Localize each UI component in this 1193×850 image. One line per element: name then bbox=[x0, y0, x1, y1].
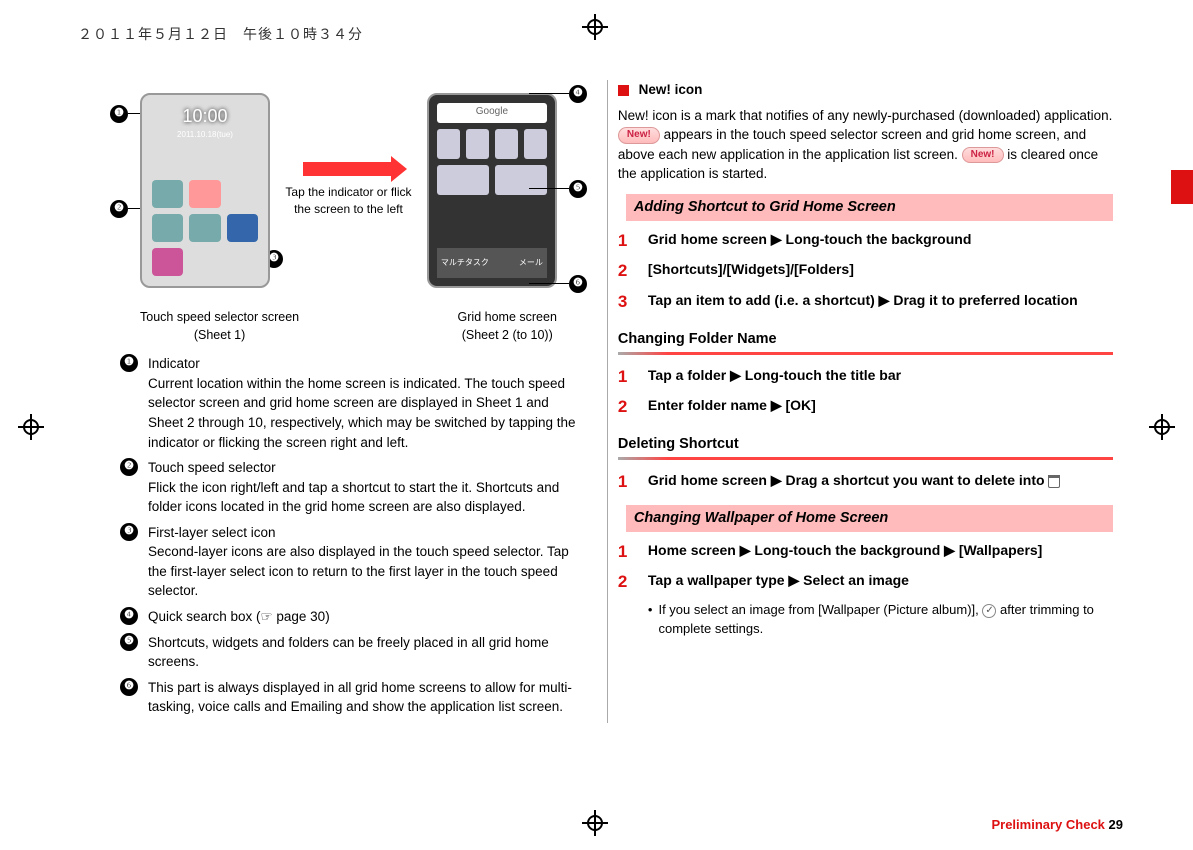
callout-2: ❷ bbox=[110, 200, 128, 218]
add-step2: [Shortcuts]/[Widgets]/[Folders] bbox=[648, 259, 854, 284]
phone2-search: Google bbox=[437, 103, 547, 123]
item2-title: Touch speed selector bbox=[148, 458, 577, 478]
item3-body: Second-layer icons are also displayed in… bbox=[148, 542, 577, 601]
phone1-date: 2011.10.18(tue) bbox=[142, 129, 268, 141]
caption2b: (Sheet 2 (to 10)) bbox=[458, 326, 557, 344]
page-thumb-tab bbox=[1171, 170, 1193, 204]
callout-6: ❻ bbox=[569, 275, 587, 293]
folder-step2: Enter folder name ▶ [OK] bbox=[648, 395, 816, 420]
callout-4: ❹ bbox=[569, 85, 587, 103]
wall-step1: Home screen ▶ Long-touch the background … bbox=[648, 540, 1042, 565]
delete-step1: Grid home screen ▶ Drag a shortcut you w… bbox=[648, 470, 1061, 495]
phone2-bottom-bar: マルチタスク メール bbox=[437, 248, 547, 278]
new-badge-icon: New! bbox=[962, 147, 1004, 164]
caption1a: Touch speed selector screen bbox=[140, 308, 299, 326]
phone1-clock: 10:00 bbox=[142, 95, 268, 129]
item6-title: This part is always displayed in all gri… bbox=[148, 678, 577, 717]
diagram-row: ❶ ❷ ❸ ❹ ❺ ❻ 10:00 2011.10.18(tue) bbox=[120, 80, 577, 300]
callout-descriptions: ❶ Indicator Current location within the … bbox=[120, 354, 577, 717]
callout-1: ❶ bbox=[110, 105, 128, 123]
item2-body: Flick the icon right/left and tap a shor… bbox=[148, 478, 577, 517]
add-step1: Grid home screen ▶ Long-touch the backgr… bbox=[648, 229, 971, 254]
item3-title: First-layer select icon bbox=[148, 523, 577, 543]
sub-changing-folder: Changing Folder Name bbox=[618, 329, 1113, 350]
right-column: New! icon New! icon is a mark that notif… bbox=[607, 80, 1133, 723]
wall-note: • If you select an image from [Wallpaper… bbox=[648, 601, 1113, 639]
page-footer: Preliminary Check 29 bbox=[991, 817, 1123, 832]
add-step3: Tap an item to add (i.e. a shortcut) ▶ D… bbox=[648, 290, 1078, 315]
newicon-heading: New! icon bbox=[639, 82, 703, 97]
header-datestamp: ２０１１年５月１２日 午後１０時３４分 bbox=[78, 24, 363, 44]
tap-note: Tap the indicator or flick the screen to… bbox=[278, 184, 418, 219]
section-adding-shortcut: Adding Shortcut to Grid Home Screen bbox=[618, 194, 1113, 221]
caption2a: Grid home screen bbox=[458, 308, 557, 326]
new-badge-icon: New! bbox=[618, 127, 660, 144]
item1-body: Current location within the home screen … bbox=[148, 374, 577, 452]
folder-step1: Tap a folder ▶ Long-touch the title bar bbox=[648, 365, 901, 390]
grid-home-screenshot: Google マルチタスク メール bbox=[427, 93, 557, 288]
registration-mark-icon bbox=[18, 414, 44, 440]
callout-5: ❺ bbox=[569, 180, 587, 198]
check-icon bbox=[982, 604, 996, 618]
caption1b: (Sheet 1) bbox=[140, 326, 299, 344]
newicon-body: New! icon is a mark that notifies of any… bbox=[618, 106, 1113, 184]
item1-title: Indicator bbox=[148, 354, 577, 374]
touch-speed-selector-screenshot: 10:00 2011.10.18(tue) bbox=[140, 93, 270, 288]
wall-step2: Tap a wallpaper type ▶ Select an image bbox=[648, 570, 909, 595]
trash-icon bbox=[1048, 475, 1060, 488]
registration-mark-icon bbox=[582, 14, 608, 40]
item5-title: Shortcuts, widgets and folders can be fr… bbox=[148, 633, 577, 672]
sub-deleting-shortcut: Deleting Shortcut bbox=[618, 434, 1113, 455]
left-column: ❶ ❷ ❸ ❹ ❺ ❻ 10:00 2011.10.18(tue) bbox=[60, 80, 587, 723]
registration-mark-icon bbox=[1149, 414, 1175, 440]
registration-mark-icon bbox=[582, 810, 608, 836]
arrow-icon bbox=[303, 162, 393, 176]
item4-title: Quick search box (☞ page 30) bbox=[148, 607, 577, 627]
section-changing-wallpaper: Changing Wallpaper of Home Screen bbox=[618, 505, 1113, 532]
red-square-icon bbox=[618, 85, 629, 96]
